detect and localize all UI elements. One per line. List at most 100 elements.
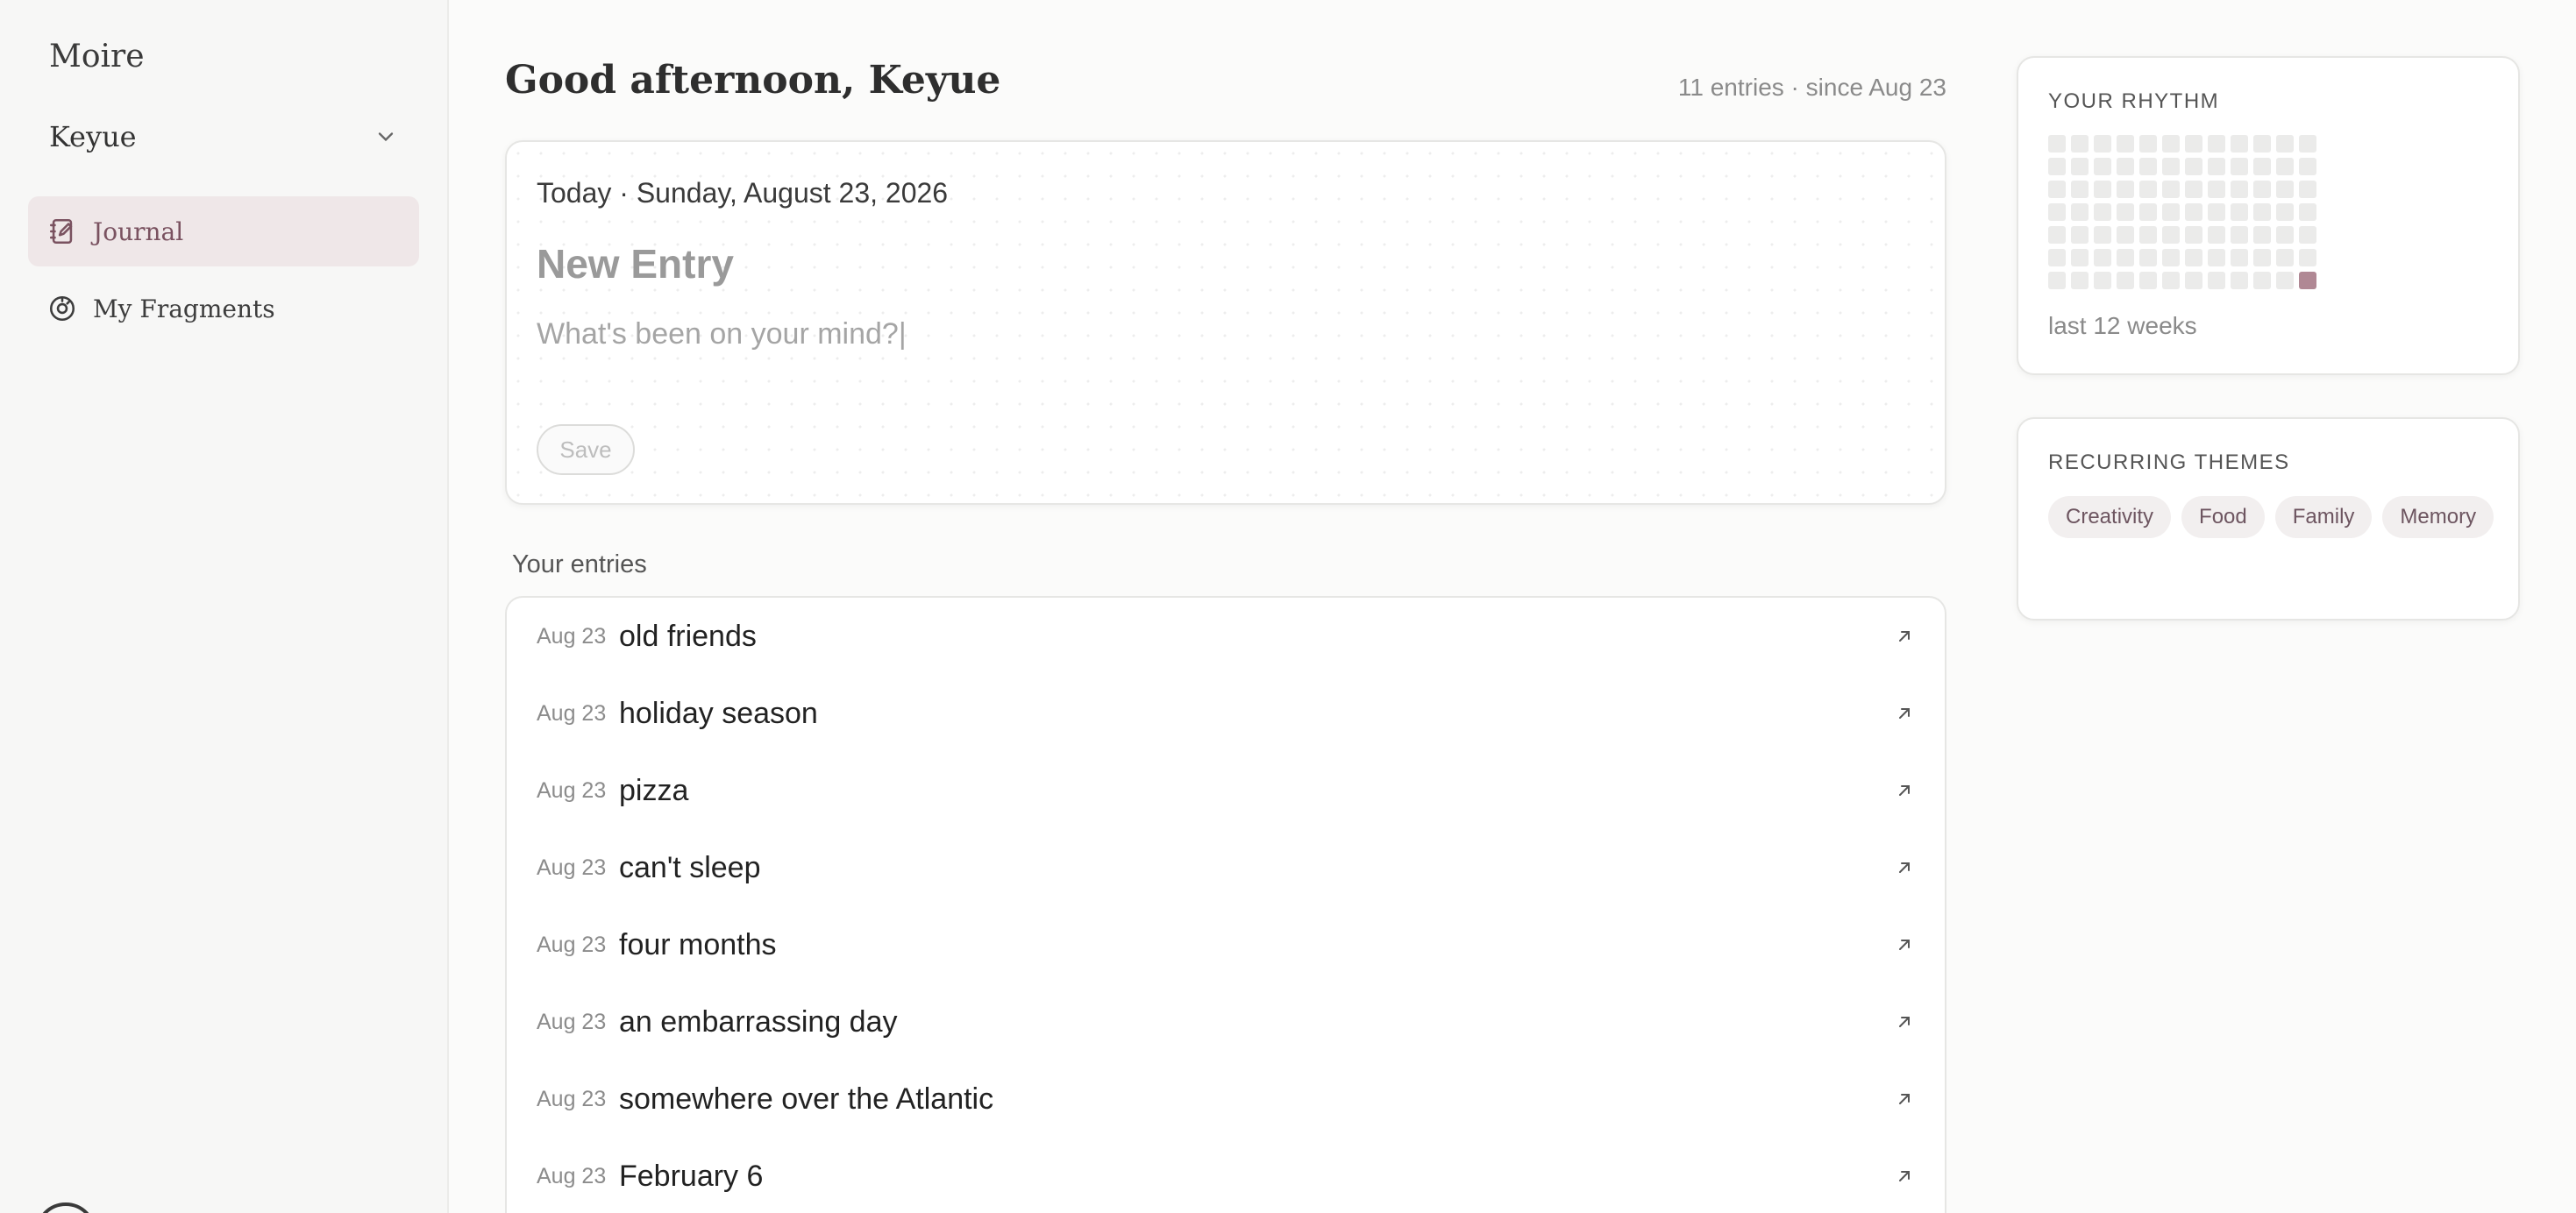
heatmap-cell (2276, 158, 2294, 175)
chevron-down-icon (378, 132, 394, 142)
list-item[interactable]: Aug 23 can't sleep (507, 829, 1945, 906)
heatmap-cell (2117, 181, 2134, 198)
open-arrow-icon[interactable] (1894, 1166, 1915, 1187)
entry-title: old friends (619, 619, 757, 653)
heatmap-cell (2231, 249, 2248, 266)
heatmap-cell (2048, 226, 2066, 244)
open-arrow-icon[interactable] (1894, 934, 1915, 955)
heatmap-cell (2071, 249, 2089, 266)
heatmap-cell (2276, 226, 2294, 244)
themes-panel: RECURRING THEMES Creativity Food Family … (2017, 417, 2520, 621)
list-item[interactable]: Aug 23 four months (507, 906, 1945, 983)
entry-title: pizza (619, 773, 689, 807)
heatmap-cell (2094, 272, 2111, 289)
save-button[interactable]: Save (537, 424, 635, 475)
list-item[interactable]: Aug 23 holiday season (507, 675, 1945, 752)
heatmap-cell (2208, 272, 2225, 289)
fragments-icon (47, 294, 77, 323)
theme-tag[interactable]: Family (2274, 496, 2373, 538)
heatmap-cell (2048, 203, 2066, 221)
heatmap-cell (2253, 158, 2271, 175)
open-arrow-icon[interactable] (1894, 857, 1915, 878)
entry-title-input[interactable]: New Entry (537, 240, 734, 287)
theme-tag[interactable]: Memory (2382, 496, 2494, 538)
heatmap-cell (2299, 203, 2316, 221)
heatmap-cell (2185, 272, 2202, 289)
heatmap-cell (2117, 135, 2134, 153)
heatmap-cell (2276, 272, 2294, 289)
heatmap-cell (2094, 181, 2111, 198)
heatmap-cell (2139, 203, 2157, 221)
heatmap-cell (2048, 158, 2066, 175)
rhythm-panel: YOUR RHYTHM last 12 weeks (2017, 56, 2520, 375)
heatmap-cell (2185, 135, 2202, 153)
list-item[interactable]: Aug 23 somewhere over the Atlantic (507, 1060, 1945, 1138)
heatmap-cell (2299, 135, 2316, 153)
entry-date: Aug 23 (537, 1163, 607, 1188)
user-switcher[interactable]: Keyue (49, 116, 398, 158)
entry-body-input[interactable]: What's been on your mind?| (537, 317, 907, 351)
heatmap-cell (2117, 226, 2134, 244)
sidebar-item-label: Journal (93, 216, 184, 246)
list-item[interactable]: Aug 23 pizza (507, 752, 1945, 829)
heatmap-cell (2185, 203, 2202, 221)
heatmap-cell (2117, 249, 2134, 266)
theme-tag[interactable]: Creativity (2048, 496, 2172, 538)
entry-date: Aug 23 (537, 1009, 607, 1034)
list-item[interactable]: Aug 23 old friends (507, 598, 1945, 675)
heatmap-cell (2253, 249, 2271, 266)
heatmap-cell (2231, 272, 2248, 289)
heatmap-cell (2208, 158, 2225, 175)
themes-title: RECURRING THEMES (2048, 450, 2290, 474)
heatmap-cell (2208, 226, 2225, 244)
heatmap-cell (2208, 181, 2225, 198)
theme-tag[interactable]: Food (2181, 496, 2265, 538)
heatmap-cell (2231, 226, 2248, 244)
sidebar-item-journal[interactable]: Journal (28, 196, 419, 266)
heatmap-cell (2139, 181, 2157, 198)
open-arrow-icon[interactable] (1894, 626, 1915, 647)
open-arrow-icon[interactable] (1894, 1089, 1915, 1110)
avatar[interactable] (35, 1202, 96, 1213)
brand-name: Moire (49, 39, 145, 74)
heatmap-cell (2276, 181, 2294, 198)
heatmap-cell (2185, 181, 2202, 198)
heatmap-cell (2231, 181, 2248, 198)
journal-icon (47, 216, 77, 246)
heatmap-cell (2048, 135, 2066, 153)
heatmap-cell (2071, 203, 2089, 221)
entries-heading: Your entries (512, 550, 647, 578)
heatmap-cell (2094, 158, 2111, 175)
heatmap-cell (2208, 135, 2225, 153)
heatmap-cell (2071, 158, 2089, 175)
entry-title: somewhere over the Atlantic (619, 1082, 994, 1116)
heatmap-cell (2185, 249, 2202, 266)
open-arrow-icon[interactable] (1894, 1011, 1915, 1032)
heatmap-cell (2117, 203, 2134, 221)
open-arrow-icon[interactable] (1894, 780, 1915, 801)
heatmap-cell (2208, 203, 2225, 221)
heatmap-cell (2299, 272, 2316, 289)
open-arrow-icon[interactable] (1894, 703, 1915, 724)
heatmap-cell (2117, 158, 2134, 175)
heatmap-cell (2139, 226, 2157, 244)
heatmap-cell (2094, 135, 2111, 153)
heatmap-cell (2048, 181, 2066, 198)
new-entry-composer[interactable]: Today · Sunday, August 23, 2026 New Entr… (505, 140, 1946, 505)
heatmap-cell (2253, 226, 2271, 244)
entry-title: an embarrassing day (619, 1004, 898, 1039)
activity-heatmap (2048, 135, 2316, 289)
user-name: Keyue (49, 120, 137, 153)
list-item[interactable]: Aug 23 February 6 (507, 1138, 1945, 1213)
list-item[interactable]: Aug 23 an embarrassing day (507, 983, 1945, 1060)
heatmap-cell (2048, 249, 2066, 266)
entry-count: 11 entries · since Aug 23 (1677, 74, 1946, 101)
rhythm-title: YOUR RHYTHM (2048, 89, 2220, 113)
heatmap-cell (2094, 203, 2111, 221)
entry-date: Aug 23 (537, 1086, 607, 1111)
entry-title: February 6 (619, 1159, 764, 1193)
heatmap-cell (2162, 203, 2180, 221)
heatmap-cell (2162, 226, 2180, 244)
sidebar-item-fragments[interactable]: My Fragments (28, 273, 419, 344)
entry-date: Aug 23 (537, 855, 607, 880)
